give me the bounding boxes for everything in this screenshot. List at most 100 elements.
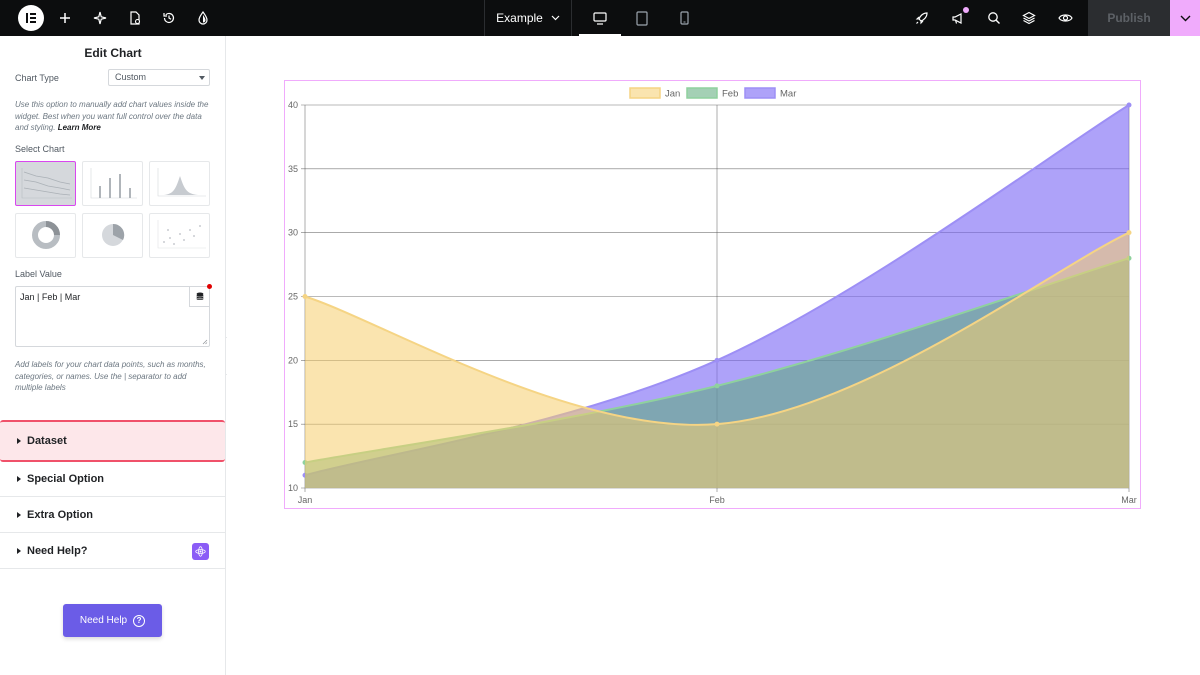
data-point xyxy=(714,421,720,427)
label-value-help: Add labels for your chart data points, s… xyxy=(15,360,206,392)
preview-eye-icon xyxy=(1057,14,1073,22)
label-value-textarea[interactable]: Jan | Feb | Mar xyxy=(15,286,210,347)
legend-label: Jan xyxy=(665,89,680,100)
area-chart: 10 15 20 25 30 35 40 Jan Feb Mar Jan Feb Mar xyxy=(288,87,1137,505)
chart-type-help-text: Use this option to manually add chart va… xyxy=(15,100,209,132)
separator xyxy=(571,0,572,36)
publish-button[interactable]: Publish xyxy=(1088,0,1170,36)
label-value-label: Label Value xyxy=(15,269,62,279)
legend-swatch xyxy=(629,87,661,99)
need-help-button[interactable]: Need Help ? xyxy=(63,604,162,637)
site-name: Example xyxy=(496,11,543,25)
chart-type-help: Use this option to manually add chart va… xyxy=(15,99,210,134)
legend-swatch xyxy=(744,87,776,99)
indicator-dot xyxy=(207,284,212,289)
y-tick-label: 35 xyxy=(288,164,298,174)
layers-icon xyxy=(1022,11,1036,25)
pie-chart-option[interactable] xyxy=(82,213,143,258)
desktop-icon xyxy=(593,11,607,25)
mobile-view-button[interactable] xyxy=(663,0,705,36)
site-selector[interactable]: Example xyxy=(485,0,571,36)
whats-new-button[interactable] xyxy=(941,0,975,36)
x-tick-label: Feb xyxy=(709,495,725,505)
data-point xyxy=(302,294,308,299)
scatter-chart-icon xyxy=(157,220,206,249)
y-tick-label: 10 xyxy=(288,483,298,493)
chevron-down-icon xyxy=(1180,15,1190,21)
caret-right-icon xyxy=(17,547,21,554)
ai-badge[interactable] xyxy=(192,543,209,560)
caret-right-icon xyxy=(17,475,21,482)
section-need-help[interactable]: Need Help? xyxy=(0,533,225,569)
doughnut-chart-option[interactable] xyxy=(15,213,76,258)
data-point xyxy=(1126,102,1132,108)
tablet-view-button[interactable] xyxy=(621,0,663,36)
bar-chart-option[interactable] xyxy=(82,161,143,206)
x-tick-label: Jan xyxy=(298,495,313,505)
label-value-text: Jan | Feb | Mar xyxy=(20,292,81,302)
elementor-logo-icon xyxy=(18,5,44,31)
y-tick-label: 25 xyxy=(288,292,298,302)
ai-sparkle-icon xyxy=(93,11,107,25)
need-help-label: Need Help xyxy=(79,615,128,626)
plus-icon xyxy=(60,13,70,23)
mobile-icon xyxy=(679,11,689,25)
editor-panel: Edit Chart Chart Type Custom Use this op… xyxy=(0,36,226,675)
chart-type-value: Custom xyxy=(115,72,147,82)
section-extra-option[interactable]: Extra Option xyxy=(0,497,225,533)
database-icon xyxy=(196,292,203,300)
notification-dot xyxy=(963,7,969,13)
elementor-logo-button[interactable] xyxy=(14,0,48,36)
history-icon xyxy=(163,12,175,24)
chart-type-label: Chart Type xyxy=(15,73,59,83)
question-icon: ? xyxy=(133,614,146,627)
theme-style-button[interactable] xyxy=(186,0,220,36)
y-tick-label: 15 xyxy=(288,419,298,429)
pie-chart-icon xyxy=(102,223,125,246)
structure-button[interactable] xyxy=(1012,0,1046,36)
legend-label: Feb xyxy=(722,89,738,100)
search-button[interactable] xyxy=(977,0,1011,36)
y-tick-label: 20 xyxy=(288,355,298,365)
rocket-icon xyxy=(915,12,928,25)
panel-title: Edit Chart xyxy=(84,46,142,60)
section-special-option[interactable]: Special Option xyxy=(0,461,225,497)
page-settings-icon xyxy=(130,11,141,25)
area-chart-option[interactable] xyxy=(149,161,210,206)
section-label: Extra Option xyxy=(27,508,94,521)
legend-label: Mar xyxy=(780,89,796,100)
atom-icon xyxy=(195,546,206,557)
section-dataset[interactable]: Dataset xyxy=(0,420,225,462)
publish-options-button[interactable] xyxy=(1170,0,1200,36)
top-bar: Example Publish xyxy=(0,0,1200,36)
chevron-down-icon xyxy=(551,15,560,21)
y-tick-label: 40 xyxy=(288,100,298,110)
add-element-button[interactable] xyxy=(48,0,82,36)
dynamic-tags-button[interactable] xyxy=(189,287,209,307)
learn-more-link[interactable]: Learn More xyxy=(58,123,101,132)
caret-down-icon xyxy=(199,76,205,80)
y-tick-label: 30 xyxy=(288,228,298,238)
page-settings-button[interactable] xyxy=(118,0,152,36)
chart-widget[interactable]: 10 15 20 25 30 35 40 Jan Feb Mar Jan Feb Mar xyxy=(284,80,1141,509)
site-planner-button[interactable] xyxy=(905,0,939,36)
ai-button[interactable] xyxy=(83,0,117,36)
theme-style-icon xyxy=(198,11,208,25)
history-button[interactable] xyxy=(152,0,186,36)
doughnut-chart-icon xyxy=(32,221,60,249)
legend-swatch xyxy=(686,87,718,99)
caret-right-icon xyxy=(17,438,21,444)
section-label: Dataset xyxy=(27,435,67,447)
tablet-icon xyxy=(636,10,648,26)
chart-type-select[interactable]: Custom xyxy=(108,69,210,86)
resize-handle-icon[interactable] xyxy=(202,339,208,345)
select-chart-label: Select Chart xyxy=(15,144,65,154)
line-chart-option[interactable] xyxy=(15,161,76,206)
preview-button[interactable] xyxy=(1048,0,1082,36)
data-point xyxy=(714,357,720,363)
search-icon xyxy=(988,12,1000,24)
scatter-chart-option[interactable] xyxy=(149,213,210,258)
area-chart-icon xyxy=(157,168,206,197)
section-label: Special Option xyxy=(27,472,105,485)
desktop-view-button[interactable] xyxy=(579,0,621,36)
